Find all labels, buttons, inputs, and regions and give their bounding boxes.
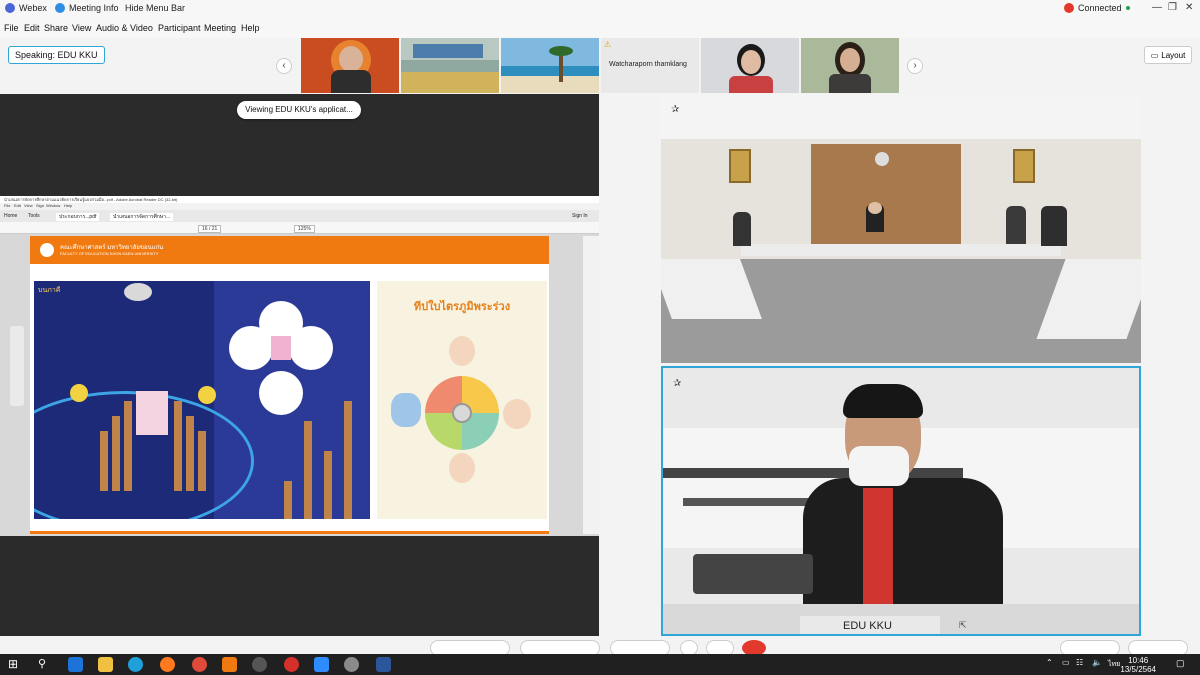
viewing-label: Viewing EDU KKU's applicat... <box>237 101 361 119</box>
minimize-icon[interactable]: — <box>1152 2 1162 13</box>
word-icon[interactable] <box>376 657 391 672</box>
participant-name: Watcharaporn thamklang <box>609 61 687 68</box>
speaker-name: EDU KKU <box>843 620 892 632</box>
menu-meeting[interactable]: Meeting <box>204 23 236 33</box>
title-bar: Webex Meeting Info Hide Menu Bar Connect… <box>0 0 1200 18</box>
slide-header-bar: คณะศึกษาศาสตร์ มหาวิทยาลัยขอนแก่น FACULT… <box>30 236 549 264</box>
hide-menu-bar-button[interactable]: Hide Menu Bar <box>125 3 185 13</box>
page-indicator[interactable]: 16 / 21 <box>198 225 222 233</box>
webex-taskbar-icon[interactable] <box>344 657 359 672</box>
trailokya-poster: ทีปใบไตรภูมิพระร่วง <box>377 281 547 519</box>
connection-status[interactable]: Connected <box>1064 3 1130 13</box>
menu-edit[interactable]: Edit <box>24 23 40 33</box>
participant-thumbnail[interactable] <box>701 38 799 93</box>
thumbnails-next-button[interactable]: › <box>907 58 923 74</box>
acrobat-right-tools <box>583 236 599 534</box>
info-icon <box>55 3 65 13</box>
network-icon[interactable]: ☷ <box>1076 658 1083 667</box>
main-speaker-video[interactable]: ✰ ⇱ <box>661 366 1141 636</box>
pin-icon[interactable]: ✰ <box>671 104 679 115</box>
poster-title: ทีปใบไตรภูมิพระร่วง <box>413 301 511 313</box>
conference-room-video[interactable]: ✰ <box>661 94 1141 363</box>
language-indicator[interactable]: ไทย <box>1108 659 1120 670</box>
menu-participant[interactable]: Participant <box>158 23 201 33</box>
layout-icon: ▭ <box>1150 50 1159 60</box>
firefox-icon[interactable] <box>160 657 175 672</box>
slide-footer-bar <box>30 531 549 534</box>
tray-chevron-icon[interactable]: ⌃ <box>1046 658 1053 667</box>
status-dot-icon <box>1125 6 1130 10</box>
pdf-page: คณะศึกษาศาสตร์ มหาวิทยาลัยขอนแก่น FACULT… <box>30 236 549 534</box>
tab-document-1[interactable]: ประกอบการ...pdf <box>56 213 100 221</box>
app-icon[interactable] <box>252 657 267 672</box>
speaking-indicator: Speaking: EDU KKU <box>8 46 105 64</box>
thumbnails-prev-button[interactable]: ‹ <box>276 58 292 74</box>
windows-taskbar: ⊞ ⚲ ⌃ ▭ ☷ 🔈 ไทย 10:46 13/5/2564 ▢ <box>0 654 1200 675</box>
close-icon[interactable]: ✕ <box>1185 2 1193 13</box>
acrobat-tabs: Home Tools ประกอบการ...pdf นำเสนอการจัดก… <box>0 210 599 222</box>
cosmology-poster: บนภาคี <box>34 281 370 519</box>
menu-share[interactable]: Share <box>44 23 68 33</box>
warning-icon: ⚠ <box>604 40 612 49</box>
chrome-icon[interactable] <box>192 657 207 672</box>
clock[interactable]: 10:46 13/5/2564 <box>1120 656 1156 674</box>
connection-icon <box>1064 3 1074 13</box>
participant-thumbnail[interactable] <box>801 38 899 93</box>
maximize-icon[interactable]: ❐ <box>1168 2 1177 13</box>
webex-logo-icon <box>5 3 15 13</box>
acrobat-icon[interactable] <box>284 657 299 672</box>
layout-button[interactable]: ▭ Layout <box>1144 46 1192 64</box>
expand-icon[interactable]: ⇱ <box>959 620 967 631</box>
menu-audio-video[interactable]: Audio & Video <box>96 23 153 33</box>
participant-thumbnail[interactable] <box>501 38 599 93</box>
search-icon[interactable]: ⚲ <box>38 657 46 670</box>
webex-app-label: Webex <box>5 3 47 13</box>
acrobat-left-tools <box>10 326 24 406</box>
volume-icon[interactable]: 🔈 <box>1092 658 1102 667</box>
menu-file[interactable]: File <box>4 23 19 33</box>
acrobat-menu: File Edit View Sign Window Help <box>0 203 599 210</box>
menu-help[interactable]: Help <box>241 23 260 33</box>
participant-thumbnail[interactable] <box>401 38 499 93</box>
mail-icon[interactable] <box>68 657 83 672</box>
acrobat-title: นำเสนอการจัดการศึกษาตามแนวคิดการเรียนรู้… <box>0 196 599 203</box>
zoom-select[interactable]: 125% <box>294 225 315 233</box>
university-logo-icon <box>40 243 54 257</box>
tab-document-2[interactable]: นำเสนอการจัดการศึกษา... <box>110 213 174 221</box>
signin-link[interactable]: Sign In <box>572 213 588 219</box>
notifications-icon[interactable]: ▢ <box>1176 658 1185 669</box>
participant-thumbnail[interactable] <box>301 38 399 93</box>
tab-tools[interactable]: Tools <box>28 213 40 219</box>
windows-start-icon[interactable]: ⊞ <box>8 657 18 671</box>
menu-view[interactable]: View <box>72 23 91 33</box>
vlc-icon[interactable] <box>222 657 237 672</box>
edge-icon[interactable] <box>128 657 143 672</box>
meeting-info-button[interactable]: Meeting Info <box>55 3 119 13</box>
pin-icon[interactable]: ✰ <box>673 378 681 389</box>
menu-bar: File Edit Share View Audio & Video Parti… <box>0 18 1200 38</box>
participant-thumbnail-no-video[interactable]: ⚠ Watcharaporn thamklang <box>601 38 699 93</box>
acrobat-toolbar: 16 / 21 125% <box>0 222 599 234</box>
tab-home[interactable]: Home <box>4 213 17 219</box>
file-explorer-icon[interactable] <box>98 657 113 672</box>
zoom-icon[interactable] <box>314 657 329 672</box>
battery-icon: ▭ <box>1062 658 1070 667</box>
